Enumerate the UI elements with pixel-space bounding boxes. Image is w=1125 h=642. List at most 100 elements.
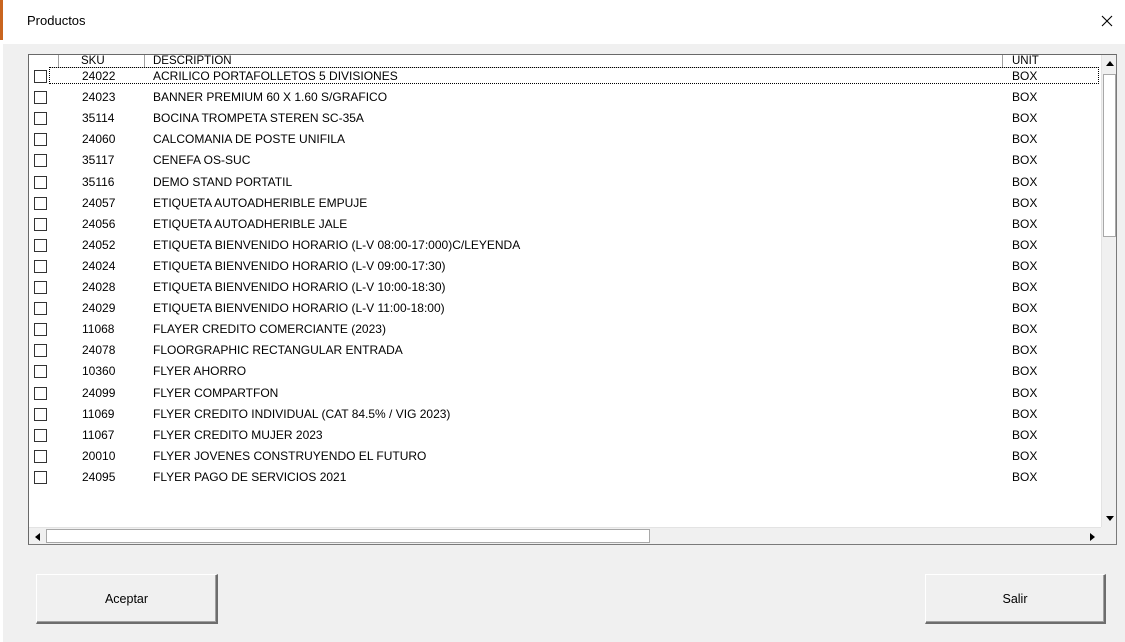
table-row[interactable]: 35116 DEMO STAND PORTATIL BOX <box>29 172 1099 193</box>
row-description: FLAYER CREDITO COMERCIANTE (2023) <box>153 322 386 337</box>
table-row[interactable]: 24060 CALCOMANIA DE POSTE UNIFILA BOX <box>29 129 1099 150</box>
row-checkbox[interactable] <box>34 365 47 379</box>
table-row[interactable]: 24052 ETIQUETA BIENVENIDO HORARIO (L-V 08… <box>29 235 1099 256</box>
scroll-up-arrow-icon <box>1106 61 1114 66</box>
exit-button[interactable]: Salir <box>925 574 1106 624</box>
row-checkbox[interactable] <box>34 407 47 421</box>
row-unit: BOX <box>1012 195 1038 210</box>
scroll-left-arrow-icon <box>35 532 40 541</box>
row-sku: 11069 <box>82 406 115 421</box>
row-description: CENEFA OS-SUC <box>153 153 251 168</box>
row-unit: BOX <box>1012 258 1038 273</box>
row-unit: BOX <box>1012 216 1038 231</box>
scroll-right-button[interactable] <box>1084 528 1101 544</box>
row-checkbox[interactable] <box>34 449 47 463</box>
close-icon <box>1101 15 1113 27</box>
row-sku: 24057 <box>82 195 116 210</box>
row-sku: 24024 <box>82 258 116 273</box>
row-checkbox[interactable] <box>34 281 47 294</box>
scroll-down-button[interactable] <box>1102 510 1116 527</box>
row-description: CALCOMANIA DE POSTE UNIFILA <box>153 132 346 147</box>
row-checkbox[interactable] <box>34 344 47 358</box>
close-button[interactable] <box>1089 6 1125 36</box>
accept-button[interactable]: Aceptar <box>36 574 218 624</box>
table-row[interactable]: 24057 ETIQUETA AUTOADHERIBLE EMPUJE BOX <box>29 193 1099 214</box>
scroll-up-button[interactable] <box>1102 55 1116 72</box>
table-row[interactable]: 24078 FLOORGRAPHIC RECTANGULAR ENTRADA BOX <box>29 340 1099 361</box>
scrollbar-corner <box>1101 527 1116 544</box>
row-description: FLOORGRAPHIC RECTANGULAR ENTRADA <box>153 343 403 358</box>
row-checkbox[interactable] <box>34 217 47 231</box>
table-row[interactable]: 24095 FLYER PAGO DE SERVICIOS 2021 BOX <box>29 467 1099 488</box>
scroll-left-button[interactable] <box>29 528 46 544</box>
row-unit: BOX <box>1012 406 1038 421</box>
row-description: FLYER CREDITO MUJER 2023 <box>153 427 323 442</box>
row-checkbox[interactable] <box>34 112 47 126</box>
table-row[interactable]: 24056 ETIQUETA AUTOADHERIBLE JALE BOX <box>29 214 1099 235</box>
table-row[interactable]: 24099 FLYER COMPARTFON BOX <box>29 383 1099 404</box>
row-checkbox[interactable] <box>34 70 47 83</box>
table-row[interactable]: 24028 ETIQUETA BIENVENIDO HORARIO (L-V 10… <box>29 277 1099 298</box>
horizontal-scrollbar[interactable] <box>29 527 1101 544</box>
row-description: FLYER COMPARTFON <box>153 385 279 400</box>
scroll-down-arrow-icon <box>1106 516 1114 521</box>
row-checkbox[interactable] <box>34 302 47 316</box>
row-sku: 24052 <box>82 237 116 252</box>
row-sku: 24099 <box>82 385 116 400</box>
row-sku: 24095 <box>82 469 116 484</box>
table-row[interactable]: 11067 FLYER CREDITO MUJER 2023 BOX <box>29 425 1099 446</box>
row-sku: 11068 <box>82 322 115 337</box>
row-checkbox[interactable] <box>34 238 47 252</box>
table-row[interactable]: 24024 ETIQUETA BIENVENIDO HORARIO (L-V 09… <box>29 256 1099 277</box>
row-checkbox[interactable] <box>34 196 47 210</box>
row-checkbox[interactable] <box>34 133 47 147</box>
row-checkbox[interactable] <box>34 470 47 484</box>
table-row[interactable]: 10360 FLYER AHORRO BOX <box>29 361 1099 382</box>
row-unit: BOX <box>1012 448 1038 463</box>
table-row[interactable]: 11069 FLYER CREDITO INDIVIDUAL (CAT 84.5%… <box>29 404 1099 425</box>
row-description: FLYER JOVENES CONSTRUYENDO EL FUTURO <box>153 448 427 463</box>
row-checkbox[interactable] <box>34 323 47 337</box>
vertical-scroll-thumb[interactable] <box>1103 74 1116 237</box>
row-sku: 24029 <box>82 301 116 316</box>
vertical-scrollbar[interactable] <box>1101 55 1116 527</box>
row-unit: BOX <box>1012 280 1038 294</box>
table-row[interactable]: 24023 BANNER PREMIUM 60 X 1.60 S/GRAFICO B… <box>29 87 1099 108</box>
table-row[interactable]: 24022 ACRILICO PORTAFOLLETOS 5 DIVISIONES… <box>29 66 1099 87</box>
row-checkbox[interactable] <box>34 154 47 168</box>
horizontal-scroll-thumb[interactable] <box>46 529 650 543</box>
row-description: ETIQUETA BIENVENIDO HORARIO (L-V 10:00-1… <box>153 280 446 294</box>
row-description: ETIQUETA BIENVENIDO HORARIO (L-V 09:00-1… <box>153 258 446 273</box>
row-unit: BOX <box>1012 364 1038 379</box>
row-unit: BOX <box>1012 90 1038 105</box>
row-checkbox[interactable] <box>34 91 47 105</box>
row-description: ETIQUETA BIENVENIDO HORARIO (L-V 11:00-1… <box>153 301 445 316</box>
products-listbox[interactable]: SKU DESCRIPTION UNIT 24022 ACRILICO PORTA… <box>28 54 1117 545</box>
row-checkbox[interactable] <box>34 175 47 189</box>
row-description: DEMO STAND PORTATIL <box>153 174 293 189</box>
row-unit: BOX <box>1012 69 1038 83</box>
row-sku: 10360 <box>82 364 116 379</box>
row-unit: BOX <box>1012 132 1038 147</box>
row-description: BOCINA TROMPETA STEREN SC-35A <box>153 111 364 126</box>
row-sku: 20010 <box>82 448 116 463</box>
row-sku: 35116 <box>82 174 115 189</box>
row-description: ETIQUETA AUTOADHERIBLE EMPUJE <box>153 195 368 210</box>
table-row[interactable]: 20010 FLYER JOVENES CONSTRUYENDO EL FUTUR… <box>29 446 1099 467</box>
table-row[interactable]: 24029 ETIQUETA BIENVENIDO HORARIO (L-V 11… <box>29 298 1099 319</box>
table-row[interactable]: 35117 CENEFA OS-SUC BOX <box>29 150 1099 171</box>
table-row[interactable]: 35114 BOCINA TROMPETA STEREN SC-35A BOX <box>29 108 1099 129</box>
table-row[interactable]: 11068 FLAYER CREDITO COMERCIANTE (2023) BO… <box>29 319 1099 340</box>
row-description: ETIQUETA AUTOADHERIBLE JALE <box>153 216 348 231</box>
row-unit: BOX <box>1012 469 1038 484</box>
row-description: FLYER AHORRO <box>153 364 247 379</box>
row-sku: 24028 <box>82 280 116 294</box>
row-sku: 24060 <box>82 132 116 147</box>
row-description: FLYER CREDITO INDIVIDUAL (CAT 84.5% / VI… <box>153 406 451 421</box>
row-checkbox[interactable] <box>34 428 47 442</box>
row-checkbox[interactable] <box>34 386 47 400</box>
row-sku: 35114 <box>82 111 115 126</box>
row-sku: 24078 <box>82 343 116 358</box>
row-unit: BOX <box>1012 322 1038 337</box>
row-checkbox[interactable] <box>34 259 47 273</box>
